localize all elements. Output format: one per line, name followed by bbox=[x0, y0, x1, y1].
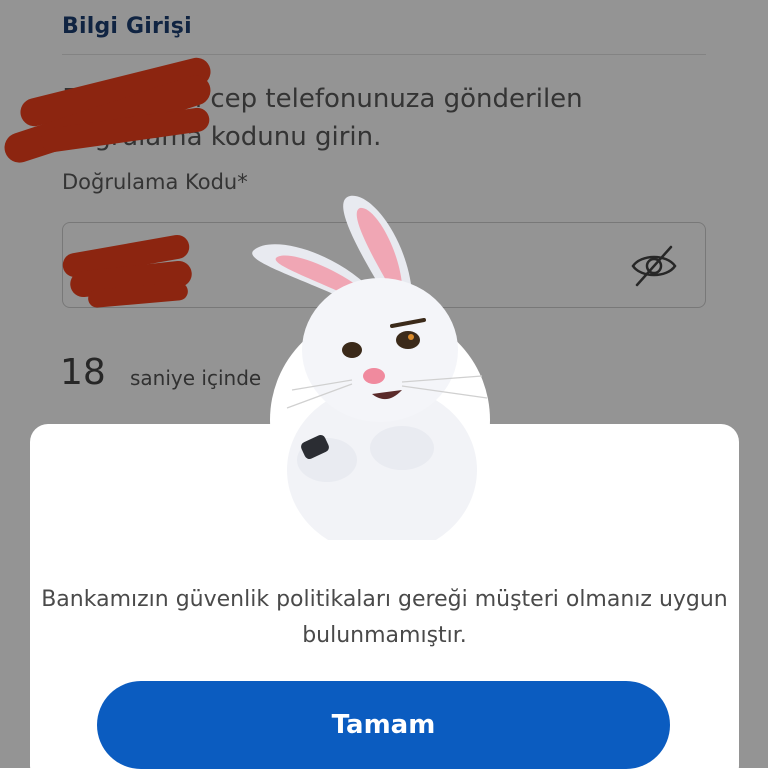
confirm-button[interactable]: Tamam bbox=[97, 681, 670, 769]
dialog-message: Bankamızın güvenlik politikaları gereği … bbox=[41, 587, 728, 648]
rabbit-mascot-icon bbox=[252, 195, 488, 540]
